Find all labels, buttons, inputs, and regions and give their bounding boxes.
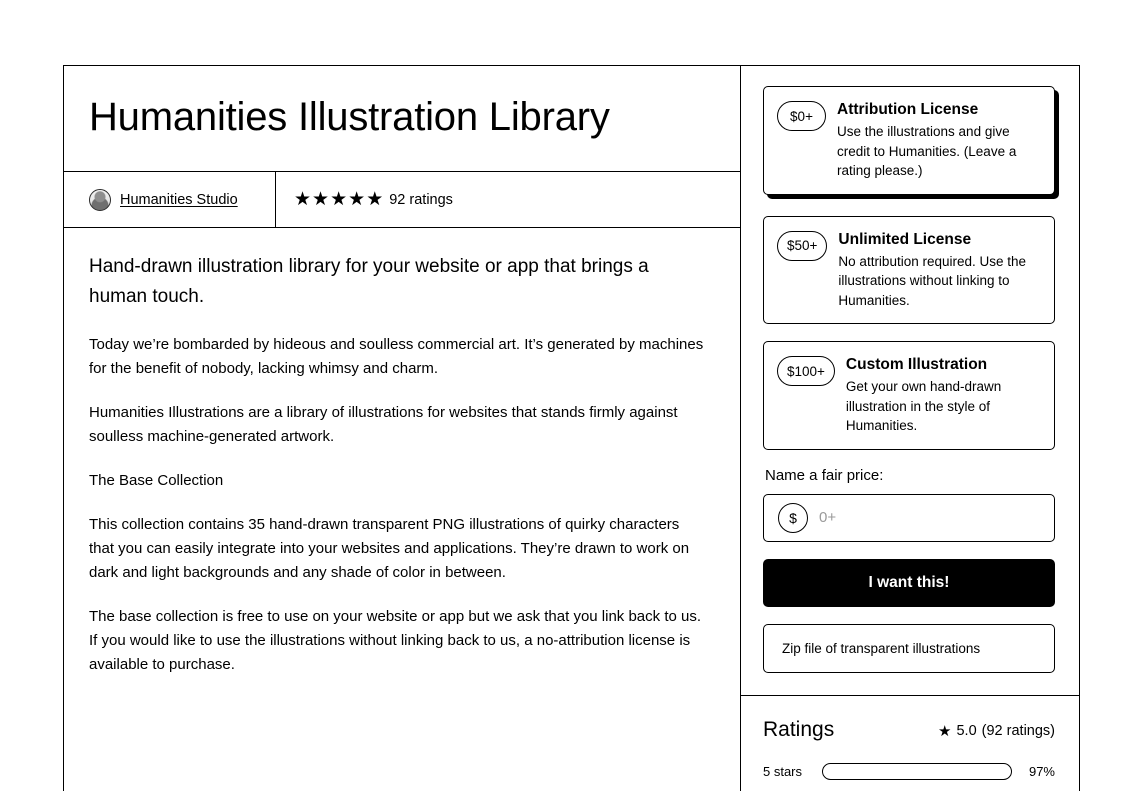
license-option-attribution[interactable]: $0+ Attribution License Use the illustra… <box>763 86 1055 195</box>
product-contents-row[interactable]: Zip file of transparent illustrations <box>763 623 1055 673</box>
ratings-title: Ratings <box>763 717 835 741</box>
page-title: Humanities Illustration Library <box>89 95 610 139</box>
license-option-unlimited[interactable]: $50+ Unlimited License No attribution re… <box>763 215 1055 324</box>
star-rating-icons: ★ ★ ★ ★ ★ <box>294 190 383 209</box>
purchase-sidebar: $0+ Attribution License Use the illustra… <box>741 66 1079 791</box>
license-name: Custom Illustration <box>845 356 988 373</box>
product-contents-label: Zip file of transparent illustrations <box>782 640 981 656</box>
license-price-badge: $100+ <box>777 356 835 386</box>
seller-name[interactable]: Humanities Studio <box>120 192 238 208</box>
star-icon: ★ <box>312 189 330 210</box>
fair-price-label: Name a fair price: <box>765 466 884 484</box>
license-description: Get your own hand-drawn illustration in … <box>845 379 1002 433</box>
price-input-wrapper[interactable]: $ <box>763 493 1055 542</box>
description-paragraph: The base collection is free to use on yo… <box>89 608 702 673</box>
description-paragraph: Humanities Illustrations are a library o… <box>89 404 678 445</box>
license-price-badge: $50+ <box>777 230 828 261</box>
ratings-block: Ratings ★ 5.0 (92 ratings) 5 stars 97% <box>741 696 1079 780</box>
rating-row-percent: 97% <box>1028 763 1055 779</box>
ratings-header: Ratings ★ 5.0 (92 ratings) <box>763 718 1055 742</box>
rating-row-label: 5 stars <box>763 763 803 779</box>
description-paragraph: Today we’re bombarded by hideous and sou… <box>89 336 704 377</box>
license-text: Custom Illustration Get your own hand-dr… <box>846 355 1041 436</box>
title-block: Humanities Illustration Library <box>64 66 740 172</box>
rating-summary-cell[interactable]: ★ ★ ★ ★ ★ 92 ratings <box>276 172 740 227</box>
license-price-badge: $0+ <box>777 101 826 131</box>
star-icon: ★ <box>366 189 384 210</box>
star-icon: ★ <box>294 189 312 210</box>
price-input[interactable] <box>819 509 1040 526</box>
license-option-custom[interactable]: $100+ Custom Illustration Get your own h… <box>763 341 1055 450</box>
license-text: Attribution License Use the illustration… <box>837 100 1041 181</box>
product-card: Humanities Illustration Library Humaniti… <box>63 65 1080 791</box>
seller-link[interactable]: Humanities Studio <box>64 172 276 227</box>
license-name: Unlimited License <box>838 230 972 248</box>
description-lead: Hand-drawn illustration library for your… <box>89 256 649 307</box>
ratings-count-label: (92 ratings) <box>981 723 1055 739</box>
product-page: Humanities Illustration Library Humaniti… <box>0 0 1142 791</box>
star-icon: ★ <box>348 189 366 210</box>
ratings-summary: ★ 5.0 (92 ratings) <box>938 723 1055 739</box>
avatar <box>89 188 111 211</box>
license-name: Attribution License <box>837 101 979 118</box>
i-want-this-button[interactable]: I want this! <box>763 558 1055 607</box>
rating-bar-track <box>822 762 1012 780</box>
license-description: No attribution required. Use the illustr… <box>838 253 1027 308</box>
product-meta-row: Humanities Studio ★ ★ ★ ★ ★ 92 ratings <box>64 172 740 228</box>
license-description: Use the illustrations and give credit to… <box>837 124 1017 178</box>
license-text: Unlimited License No attribution require… <box>838 230 1041 311</box>
description-paragraph: This collection contains 35 hand-drawn t… <box>89 516 690 581</box>
rating-breakdown-row[interactable]: 5 stars 97% <box>763 762 1055 780</box>
product-main-column: Humanities Illustration Library Humaniti… <box>64 66 741 791</box>
star-icon: ★ <box>938 722 952 740</box>
star-icon: ★ <box>330 189 348 210</box>
rating-count-label: 92 ratings <box>389 191 453 208</box>
purchase-block: $0+ Attribution License Use the illustra… <box>741 66 1079 696</box>
description-subheading: The Base Collection <box>89 472 224 489</box>
product-description: Hand-drawn illustration library for your… <box>64 228 740 791</box>
currency-icon: $ <box>778 502 808 533</box>
ratings-average: 5.0 <box>956 723 977 739</box>
